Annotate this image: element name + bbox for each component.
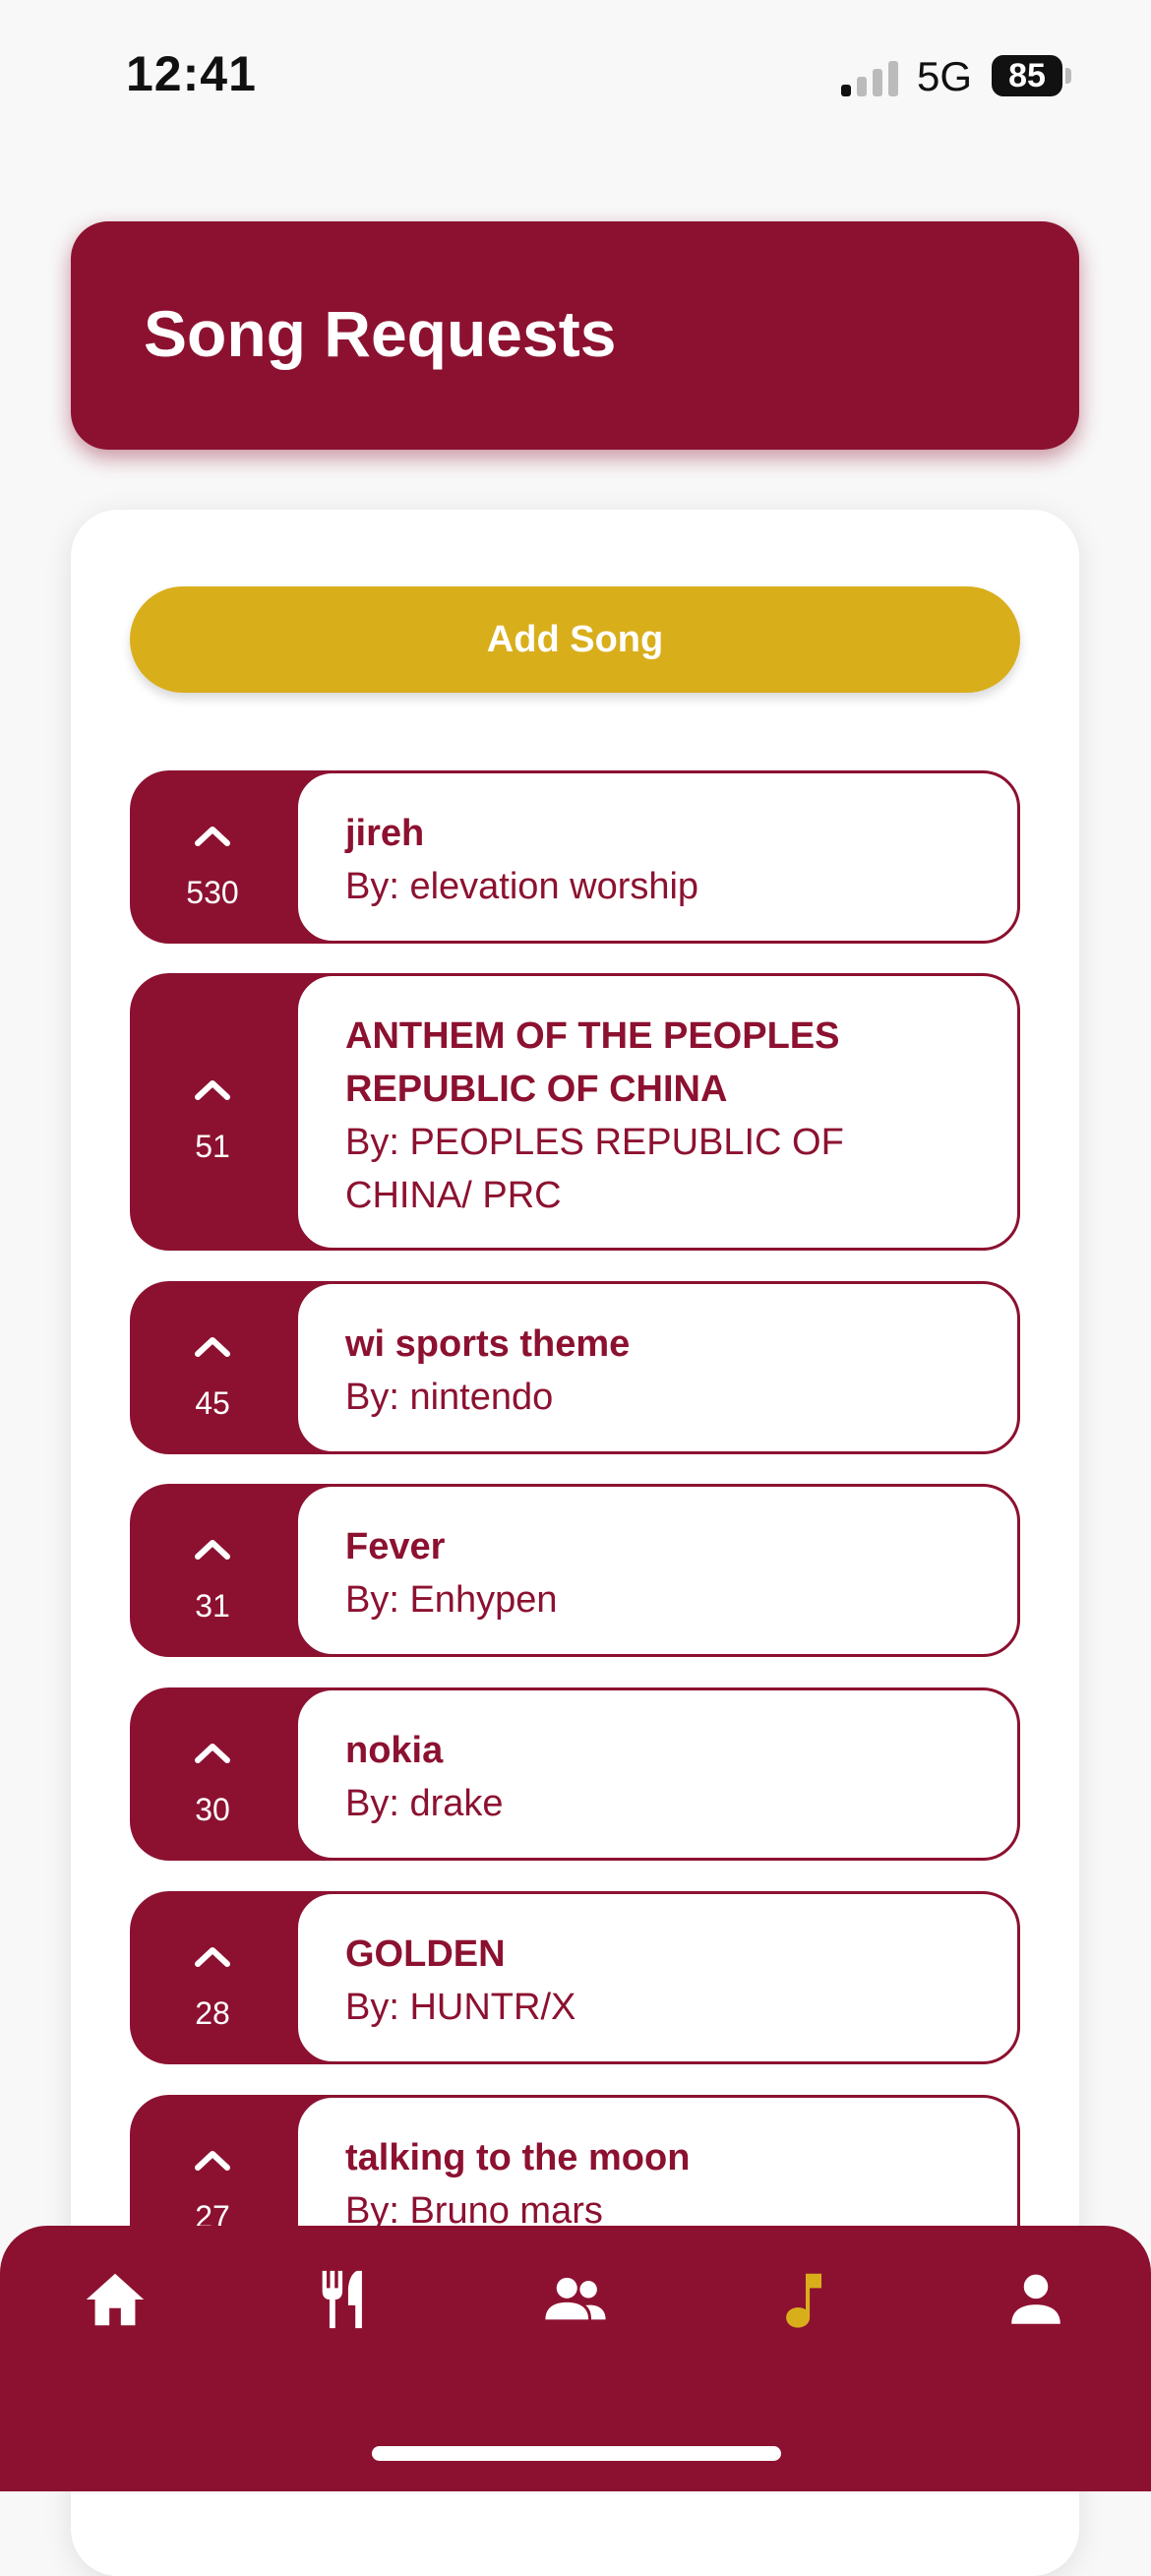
page-header: Song Requests <box>71 221 1079 450</box>
vote-count: 28 <box>195 1995 230 2031</box>
song-item: 530 jireh By: elevation worship <box>130 770 1020 944</box>
cellular-signal-icon <box>841 59 900 96</box>
song-item: 31 Fever By: Enhypen <box>130 1484 1020 1657</box>
add-song-button[interactable]: Add Song <box>130 586 1020 693</box>
chevron-up-icon <box>195 2151 230 2171</box>
song-title: ANTHEM OF THE PEOPLES REPUBLIC OF CHINA <box>345 1015 840 1110</box>
upvote-button[interactable]: 51 <box>130 973 295 1251</box>
tab-dining[interactable] <box>311 2265 380 2334</box>
chevron-up-icon <box>195 1744 230 1763</box>
tab-music[interactable] <box>771 2265 840 2334</box>
vote-count: 31 <box>195 1588 230 1624</box>
song-info: ANTHEM OF THE PEOPLES REPUBLIC OF CHINA … <box>295 973 1020 1251</box>
tab-people[interactable] <box>541 2265 610 2334</box>
status-time: 12:41 <box>126 46 257 101</box>
home-icon <box>86 2273 145 2326</box>
song-title: nokia <box>345 1730 444 1771</box>
profile-icon <box>1011 2274 1060 2324</box>
song-item: 45 wi sports theme By: nintendo <box>130 1281 1020 1454</box>
upvote-button[interactable]: 28 <box>130 1891 295 2064</box>
song-info: GOLDEN By: HUNTR/X <box>295 1891 1020 2064</box>
vote-count: 30 <box>195 1792 230 1827</box>
vote-count: 530 <box>186 875 239 910</box>
battery-icon: 85 <box>992 55 1062 96</box>
chevron-up-icon <box>195 1540 230 1560</box>
network-type: 5G <box>917 53 973 99</box>
song-title: jireh <box>345 813 425 854</box>
song-info: Fever By: Enhypen <box>295 1484 1020 1657</box>
song-title: GOLDEN <box>345 1933 506 1975</box>
upvote-button[interactable]: 45 <box>130 1281 295 1454</box>
music-note-icon <box>786 2273 822 2328</box>
song-title: wi sports theme <box>345 1323 631 1365</box>
people-icon <box>545 2277 606 2320</box>
song-title: Fever <box>345 1526 446 1567</box>
chevron-up-icon <box>195 1337 230 1357</box>
song-artist: By: drake <box>345 1783 504 1824</box>
tab-profile[interactable] <box>1001 2265 1070 2334</box>
vote-count: 51 <box>195 1129 230 1164</box>
upvote-button[interactable]: 31 <box>130 1484 295 1657</box>
status-bar: 12:41 5G 85 <box>0 0 1151 148</box>
chevron-up-icon <box>195 827 230 846</box>
chevron-up-icon <box>195 1080 230 1100</box>
battery-tip <box>1065 68 1071 84</box>
song-title: talking to the moon <box>345 2137 691 2178</box>
song-item: 28 GOLDEN By: HUNTR/X <box>130 1891 1020 2064</box>
chevron-up-icon <box>195 1947 230 1967</box>
song-info: wi sports theme By: nintendo <box>295 1281 1020 1454</box>
dining-icon <box>322 2270 362 2329</box>
song-info: nokia By: drake <box>295 1687 1020 1861</box>
vote-count: 45 <box>195 1385 230 1421</box>
song-info: jireh By: elevation worship <box>295 770 1020 944</box>
tab-home[interactable] <box>81 2265 150 2334</box>
song-item: 51 ANTHEM OF THE PEOPLES REPUBLIC OF CHI… <box>130 973 1020 1251</box>
song-artist: By: nintendo <box>345 1377 554 1418</box>
upvote-button[interactable]: 530 <box>130 770 295 944</box>
song-artist: By: PEOPLES REPUBLIC OF CHINA/ PRC <box>345 1122 844 1216</box>
page-title: Song Requests <box>144 297 617 370</box>
song-artist: By: Enhypen <box>345 1579 558 1621</box>
home-indicator <box>372 2446 781 2461</box>
upvote-button[interactable]: 30 <box>130 1687 295 1861</box>
song-item: 30 nokia By: drake <box>130 1687 1020 1861</box>
song-artist: By: HUNTR/X <box>345 1987 576 2028</box>
song-artist: By: elevation worship <box>345 866 699 907</box>
